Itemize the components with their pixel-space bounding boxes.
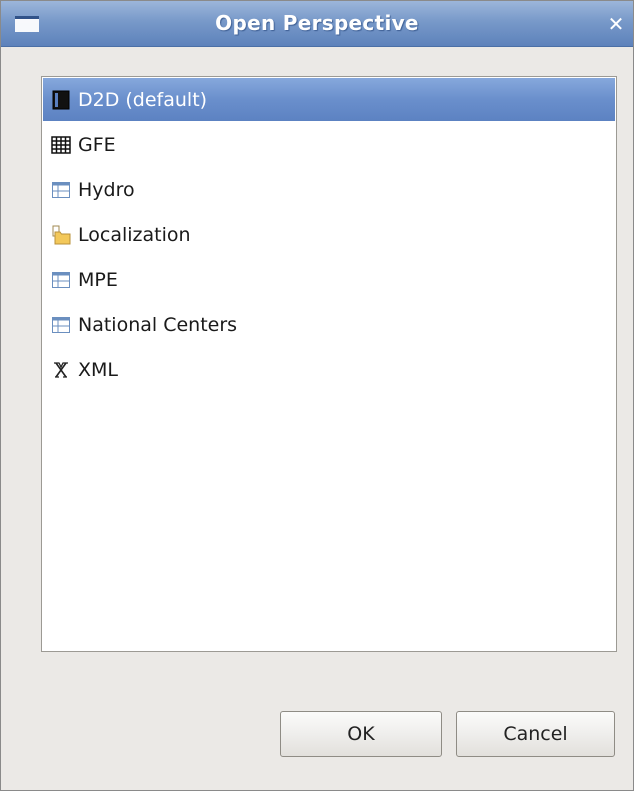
d2d-icon (51, 90, 71, 110)
list-item-mpe[interactable]: MPE (43, 258, 615, 301)
list-item-label: D2D (default) (78, 88, 208, 111)
list-item-label: National Centers (78, 313, 238, 336)
list-item-d2d[interactable]: D2D (default) (43, 78, 615, 121)
list-item-national-centers[interactable]: National Centers (43, 303, 615, 346)
title-bar[interactable]: Open Perspective ✕ (1, 1, 633, 47)
cancel-button[interactable]: Cancel (456, 711, 615, 757)
list-item-label: XML (78, 358, 118, 381)
window-icon (51, 180, 71, 200)
window-icon (51, 315, 71, 335)
close-button[interactable]: ✕ (605, 13, 627, 35)
dialog-title: Open Perspective (215, 11, 419, 35)
list-item-label: GFE (78, 133, 116, 156)
xml-icon (51, 360, 71, 380)
list-item-xml[interactable]: XML (43, 348, 615, 391)
perspective-list[interactable]: D2D (default) GFE Hydro Localization MPE… (41, 76, 617, 652)
list-item-gfe[interactable]: GFE (43, 123, 615, 166)
list-item-label: Localization (78, 223, 191, 246)
list-item-hydro[interactable]: Hydro (43, 168, 615, 211)
open-perspective-dialog: Open Perspective ✕ D2D (default) GFE Hyd… (0, 0, 634, 791)
ok-button[interactable]: OK (280, 711, 442, 757)
grid-icon (51, 135, 71, 155)
window-icon (51, 270, 71, 290)
list-item-label: Hydro (78, 178, 135, 201)
folder-icon (51, 225, 71, 245)
close-icon: ✕ (607, 12, 625, 36)
list-item-localization[interactable]: Localization (43, 213, 615, 256)
list-item-label: MPE (78, 268, 118, 291)
